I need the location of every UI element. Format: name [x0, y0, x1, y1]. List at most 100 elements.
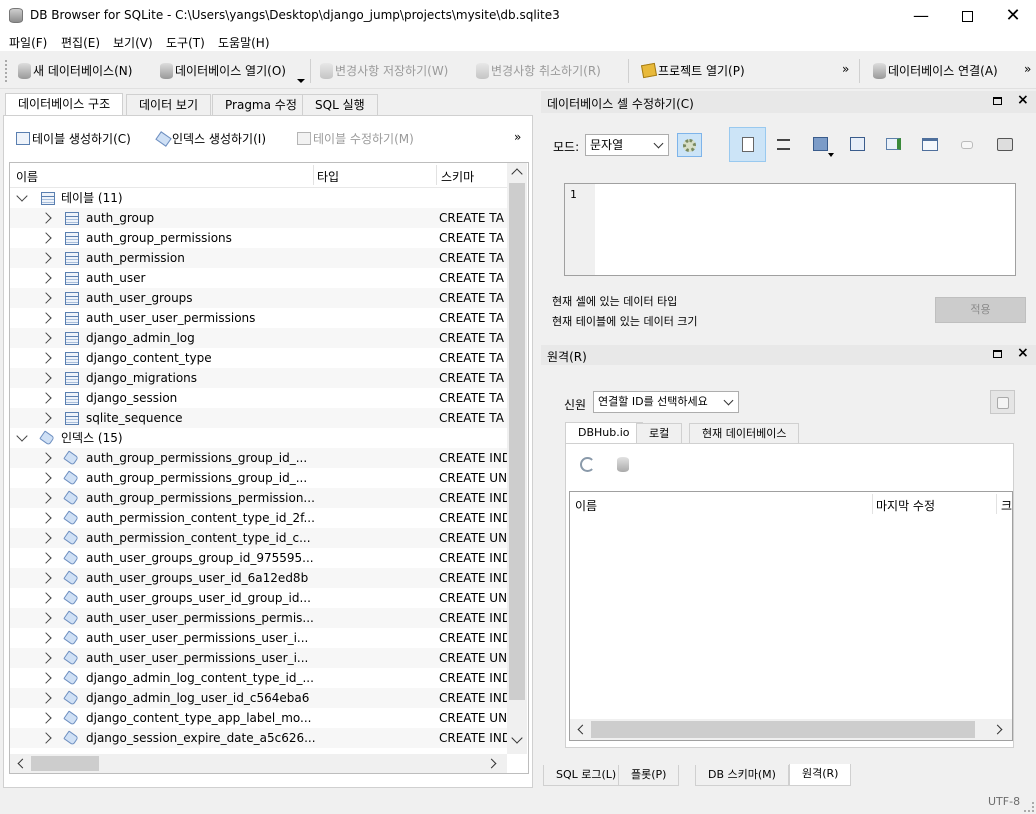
modify-table-button[interactable]: 테이블 수정하기(M): [297, 130, 414, 147]
create-table-button[interactable]: 테이블 생성하기(C): [16, 130, 131, 147]
tree-row-index[interactable]: auth_user_groups_user_id_group_id... CREA…: [10, 588, 507, 608]
cell-editor[interactable]: 1: [564, 183, 1016, 276]
identity-select[interactable]: 연결할 ID를 선택하세요: [593, 391, 739, 413]
menu-file[interactable]: 파일(F): [9, 34, 47, 51]
open-database-button[interactable]: 데이터베이스 열기(O): [160, 62, 286, 79]
expand-chevron-icon[interactable]: [40, 472, 52, 484]
remote-name-header[interactable]: 이름: [575, 497, 597, 514]
close-button[interactable]: ✕: [990, 0, 1036, 31]
import-icon[interactable]: [813, 137, 828, 151]
tree-row-table[interactable]: auth_user CREATE TA: [10, 268, 507, 288]
tree-row-index[interactable]: auth_group_permissions_group_id_... CREAT…: [10, 468, 507, 488]
expand-chevron-icon[interactable]: [40, 332, 52, 344]
expand-chevron-icon[interactable]: [40, 252, 52, 264]
column-name-header[interactable]: 이름: [16, 168, 38, 185]
expand-chevron-icon[interactable]: [40, 512, 52, 524]
size-grip-icon[interactable]: [1024, 802, 1034, 812]
open-dropdown-arrow-icon[interactable]: [297, 79, 305, 83]
tree-row-table[interactable]: django_migrations CREATE TA: [10, 368, 507, 388]
expand-chevron-icon[interactable]: [16, 430, 28, 442]
expand-chevron-icon[interactable]: [40, 372, 52, 384]
tab-current-database[interactable]: 현재 데이터베이스: [689, 423, 800, 444]
remote-float-icon[interactable]: [993, 350, 1002, 358]
tree-row-table[interactable]: auth_user_user_permissions CREATE TA: [10, 308, 507, 328]
column-schema-header[interactable]: 스키마: [441, 168, 474, 185]
tree-row-index[interactable]: auth_permission_content_type_id_2f... CRE…: [10, 508, 507, 528]
tree-row-index[interactable]: auth_user_user_permissions_user_i... CREA…: [10, 648, 507, 668]
expand-chevron-icon[interactable]: [16, 190, 28, 202]
tab-dbhub[interactable]: DBHub.io: [565, 422, 643, 444]
expand-chevron-icon[interactable]: [40, 272, 52, 284]
h-scroll-thumb[interactable]: [31, 756, 99, 771]
open-in-editor-icon[interactable]: [922, 138, 938, 151]
expand-chevron-icon[interactable]: [40, 712, 52, 724]
tab-local[interactable]: 로컬: [636, 423, 683, 444]
expand-chevron-icon[interactable]: [40, 232, 52, 244]
structure-overflow-button[interactable]: »: [514, 130, 521, 144]
tree-row-index[interactable]: django_session_expire_date_a5c626... CREA…: [10, 728, 507, 748]
new-database-button[interactable]: 새 데이터베이스(N): [18, 62, 132, 79]
tree-row-table[interactable]: auth_group_permissions CREATE TA: [10, 228, 507, 248]
expand-chevron-icon[interactable]: [40, 412, 52, 424]
tree-row-table[interactable]: django_admin_log CREATE TA: [10, 328, 507, 348]
tree-row-table[interactable]: auth_group CREATE TA: [10, 208, 507, 228]
scroll-down-icon[interactable]: [511, 732, 523, 744]
tree-row-index[interactable]: auth_group_permissions_group_id_... CREAT…: [10, 448, 507, 468]
tab-remote[interactable]: 원격(R): [789, 764, 852, 786]
create-index-button[interactable]: 인덱스 생성하기(I): [155, 130, 266, 147]
tree-row-index[interactable]: auth_user_user_permissions_user_i... CREA…: [10, 628, 507, 648]
column-type-header[interactable]: 타입: [317, 168, 339, 185]
expand-chevron-icon[interactable]: [40, 532, 52, 544]
expand-chevron-icon[interactable]: [40, 692, 52, 704]
menu-tools[interactable]: 도구(T): [166, 34, 205, 51]
remote-horizontal-scrollbar[interactable]: [570, 719, 1012, 740]
expand-chevron-icon[interactable]: [40, 492, 52, 504]
tree-row-index[interactable]: auth_user_user_permissions_permis... CREA…: [10, 608, 507, 628]
tab-edit-pragmas[interactable]: Pragma 수정: [212, 94, 310, 116]
scroll-right-icon[interactable]: [486, 758, 497, 769]
text-mode-button[interactable]: [729, 127, 766, 162]
clone-database-icon[interactable]: [617, 457, 629, 472]
edit-cell-close-icon[interactable]: ×: [1017, 92, 1029, 108]
tree-row-table[interactable]: auth_permission CREATE TA: [10, 248, 507, 268]
tree-row-index[interactable]: django_content_type_app_label_mo... CREAT…: [10, 708, 507, 728]
expand-chevron-icon[interactable]: [40, 452, 52, 464]
tree-row-table[interactable]: auth_user_groups CREATE TA: [10, 288, 507, 308]
expand-chevron-icon[interactable]: [40, 572, 52, 584]
tree-row-table[interactable]: django_content_type CREATE TA: [10, 348, 507, 368]
tree-row-index[interactable]: auth_permission_content_type_id_c... CREA…: [10, 528, 507, 548]
expand-chevron-icon[interactable]: [40, 392, 52, 404]
expand-chevron-icon[interactable]: [40, 732, 52, 744]
tree-row-index[interactable]: django_admin_log_user_id_c564eba6 CREATE …: [10, 688, 507, 708]
maximize-button[interactable]: [944, 0, 990, 31]
expand-chevron-icon[interactable]: [40, 612, 52, 624]
mode-select[interactable]: 문자열: [585, 134, 669, 156]
menu-edit[interactable]: 편집(E): [61, 34, 100, 51]
tree-row-table[interactable]: django_session CREATE TA: [10, 388, 507, 408]
auto-switch-mode-button[interactable]: [677, 133, 702, 157]
expand-chevron-icon[interactable]: [40, 592, 52, 604]
expand-chevron-icon[interactable]: [40, 672, 52, 684]
tab-plot[interactable]: 플롯(P): [618, 765, 680, 786]
tree-row-index[interactable]: auth_user_groups_group_id_975595... CREAT…: [10, 548, 507, 568]
toolbar-overflow-button[interactable]: »: [842, 62, 849, 76]
minimize-button[interactable]: —: [898, 0, 944, 31]
tab-sql-log[interactable]: SQL 로그(L): [543, 765, 630, 786]
remote-close-icon[interactable]: ×: [1017, 345, 1029, 361]
expand-chevron-icon[interactable]: [40, 312, 52, 324]
tree-horizontal-scrollbar[interactable]: [10, 754, 507, 773]
expand-chevron-icon[interactable]: [40, 292, 52, 304]
revert-changes-button[interactable]: 변경사항 취소하기(R): [476, 62, 601, 79]
expand-chevron-icon[interactable]: [40, 552, 52, 564]
remote-h-scroll-thumb[interactable]: [591, 721, 975, 738]
tree-row-index[interactable]: auth_group_permissions_permission... CREA…: [10, 488, 507, 508]
scroll-left-icon[interactable]: [17, 758, 28, 769]
menu-help[interactable]: 도움말(H): [218, 34, 270, 51]
export-icon[interactable]: [850, 137, 865, 151]
toolbar-overflow-button-2[interactable]: »: [1024, 62, 1031, 76]
refresh-icon[interactable]: [580, 457, 595, 472]
identity-settings-button[interactable]: [990, 390, 1015, 414]
expand-chevron-icon[interactable]: [40, 652, 52, 664]
remote-scroll-left-icon[interactable]: [577, 724, 588, 735]
remote-scroll-right-icon[interactable]: [992, 724, 1003, 735]
